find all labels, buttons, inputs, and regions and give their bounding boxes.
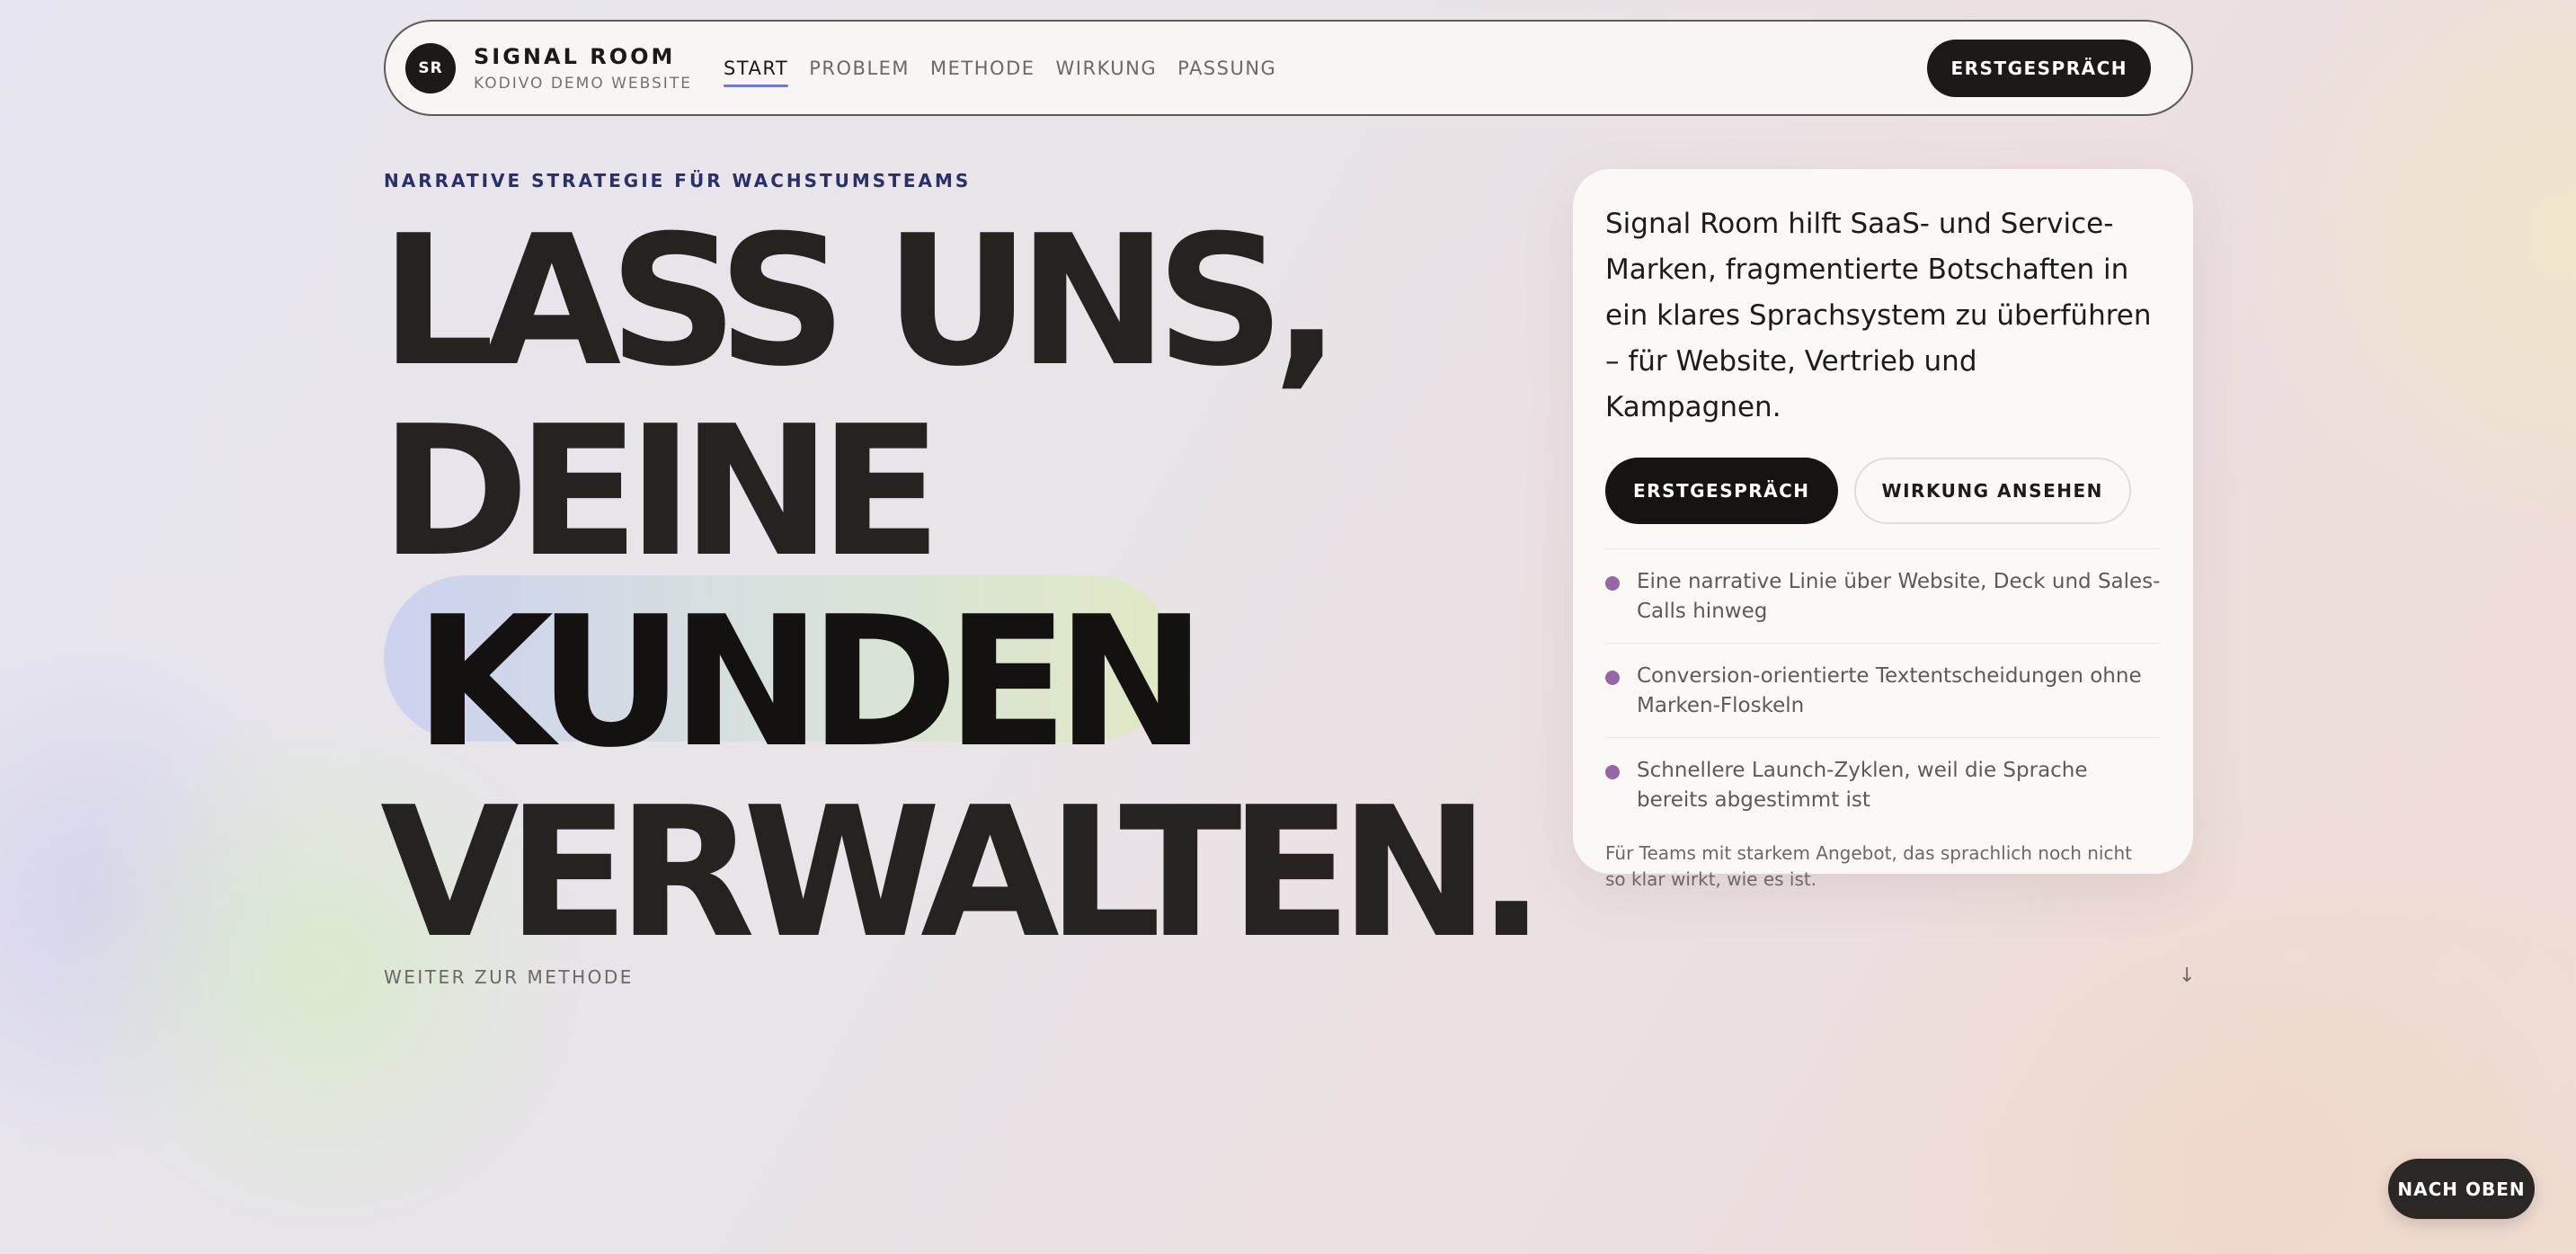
list-item: Schnellere Launch-Zyklen, weil die Sprac… [1605, 737, 2161, 832]
list-item: Eine narrative Linie über Website, Deck … [1605, 548, 2161, 643]
brand-subtitle: KODIVO DEMO WEBSITE [474, 74, 692, 93]
bullet-dot-icon [1605, 765, 1620, 779]
card-lead-text: Signal Room hilft SaaS- und Service-Mark… [1605, 208, 2152, 423]
nav-item-start[interactable]: START [723, 52, 789, 87]
nav-item-passung[interactable]: PASSUNG [1177, 52, 1276, 84]
nav-item-methode[interactable]: METHODE [930, 52, 1035, 84]
intro-card: Signal Room hilft SaaS- und Service-Mark… [1573, 169, 2193, 890]
hero-line-4: VERWALTEN. [380, 769, 1546, 978]
nav-erstgespraech-button[interactable]: ERSTGESPRÄCH [1927, 39, 2151, 97]
card-footnote: Für Teams mit starkem Angebot, das sprac… [1605, 842, 2132, 890]
wirkung-ansehen-button[interactable]: WIRKUNG ANSEHEN [1853, 458, 2131, 524]
brand[interactable]: SR SIGNAL ROOM KODIVO DEMO WEBSITE [405, 42, 692, 93]
arrow-down-icon[interactable]: ↓ [2179, 965, 2195, 987]
erstgespraech-button[interactable]: ERSTGESPRÄCH [1605, 458, 1838, 524]
nav-item-wirkung[interactable]: WIRKUNG [1056, 52, 1158, 84]
list-item: Conversion-orientierte Textentscheidunge… [1605, 643, 2161, 737]
hero-headline: LASS UNS, DEINE KUNDEN VERWALTEN. [380, 197, 1546, 978]
hero-line-1: LASS UNS, [380, 197, 1341, 406]
bullet-dot-icon [1605, 576, 1620, 591]
benefit-list: Eine narrative Linie über Website, Deck … [1605, 548, 2161, 832]
main-nav: START PROBLEM METHODE WIRKUNG PASSUNG [723, 52, 1297, 87]
hero-eyebrow: NARRATIVE STRATEGIE FÜR WACHSTUMSTEAMS [384, 170, 972, 191]
brand-text: SIGNAL ROOM KODIVO DEMO WEBSITE [474, 44, 692, 93]
brand-name[interactable]: SIGNAL ROOM [474, 44, 692, 69]
nav-item-problem[interactable]: PROBLEM [809, 52, 910, 84]
card-actions: ERSTGESPRÄCH WIRKUNG ANSEHEN [1605, 458, 2161, 524]
hero-line-highlighted: KUNDEN [414, 578, 1206, 787]
bullet-dot-icon [1605, 671, 1620, 685]
list-item-text: Schnellere Launch-Zyklen, weil die Sprac… [1637, 759, 2088, 812]
scroll-to-method-link[interactable]: WEITER ZUR METHODE [384, 966, 634, 988]
back-to-top-button[interactable]: NACH OBEN [2388, 1159, 2535, 1219]
brand-logo[interactable]: SR [405, 42, 456, 93]
list-item-text: Conversion-orientierte Textentscheidunge… [1637, 664, 2142, 717]
hero-line-2: DEINE [380, 387, 942, 597]
list-item-text: Eine narrative Linie über Website, Deck … [1637, 570, 2161, 623]
top-navbar: SR SIGNAL ROOM KODIVO DEMO WEBSITE START… [384, 20, 2193, 116]
